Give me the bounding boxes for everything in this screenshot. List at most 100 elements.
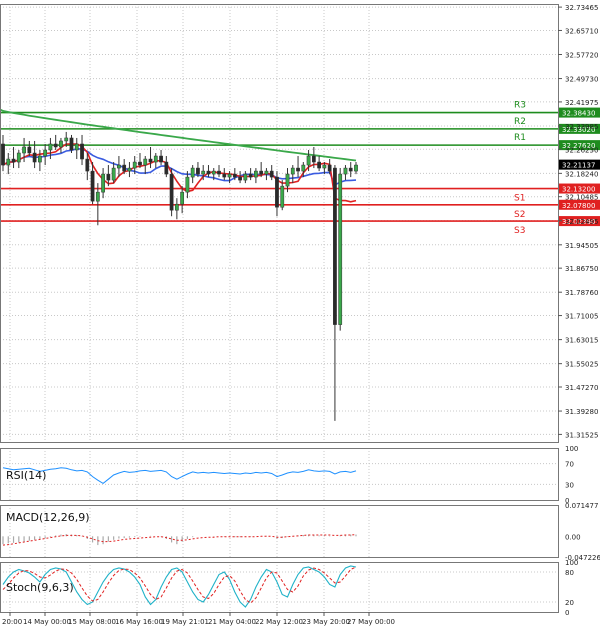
level-value-s1: 32.13200 [562,186,595,194]
candle-bull [111,167,116,181]
candle-bull [95,191,100,202]
candle-bear [122,164,127,172]
price-tick-label: 32.41975 [565,99,598,107]
candle-bear [159,155,163,163]
candle-bear [327,164,332,172]
candle-bull [280,185,285,208]
chart-canvas: R332.38430R232.33020R132.27620S132.13200… [0,4,600,626]
candle-bull [322,164,327,169]
rsi-tick-label: 70 [565,461,574,469]
panel-frame [0,448,559,501]
candle-bear [90,170,95,202]
candle-bull [64,137,69,142]
stoch-tick-label: 0 [565,609,569,617]
candle-bear [106,173,111,181]
current-price-value: 32.21137 [562,162,595,170]
candle [248,168,253,181]
candle [354,162,358,175]
candle-bear [238,176,242,181]
x-tick-label: 15 May 08:00 [68,618,116,626]
price-tick-label: 31.86750 [565,265,598,273]
candle-bull [243,173,248,181]
level-value-s2: 32.07800 [562,202,595,210]
level-name-s1: S1 [514,194,525,204]
candle [238,171,242,184]
candle-bear [222,173,227,178]
candle-bull [48,143,53,151]
candle-bull [190,167,195,178]
candle [185,171,190,199]
candle-bull [43,149,48,157]
candle [169,168,174,217]
price-tick-label: 32.26230 [565,146,598,154]
macd-tick-label: 0.071477 [565,502,598,510]
level-name-r2: R2 [514,117,526,127]
candle-bull [180,191,185,205]
candle-bear [164,161,169,175]
candle [222,168,227,181]
price-tick-label: 31.55025 [565,361,598,369]
stoch-tick-label: 20 [565,599,574,607]
candle [333,165,337,421]
candle-bull [185,176,190,193]
x-tick-label: 21 May 04:00 [208,618,256,626]
x-tick-label: 20:00 [2,618,22,626]
candle [59,137,63,154]
candle-bear [27,146,32,154]
candle [343,165,348,181]
candle [317,156,322,172]
rsi-tick-label: 100 [565,445,578,453]
stoch-title: Stoch(9,6,3) [6,581,74,594]
candle-bull [127,167,132,172]
candle-bear [232,173,237,178]
price-tick-label: 32.18240 [565,170,598,178]
candle [16,150,21,169]
candle [27,140,32,157]
x-tick-label: 19 May 21:01 [161,618,209,626]
candle-bull [211,170,216,175]
candle [37,150,42,172]
price-tick-label: 31.39280 [565,408,598,416]
candle-bear [80,143,84,160]
panel-frame [0,4,559,443]
x-tick-label: 23 May 20:00 [302,618,350,626]
candle-bull [117,164,121,169]
candle [43,143,48,166]
x-tick-label: 14 May 00:00 [23,618,71,626]
candle-bull [132,161,137,169]
candle-bear [206,170,211,175]
candle-bull [6,158,11,166]
candle [275,171,279,217]
candle-bear [53,143,58,148]
macd-title: MACD(12,26,9) [6,511,90,524]
price-tick-label: 32.33985 [565,123,598,131]
candle-bear [311,155,316,163]
level-name-s2: S2 [514,210,525,220]
stoch-tick-label: 80 [565,569,574,577]
candle [348,162,353,178]
candle [1,134,5,172]
candle [296,156,300,178]
candle [264,168,269,181]
candle [111,162,116,184]
candle-bear [269,170,274,178]
candle [80,134,84,166]
candle-bear [138,161,142,166]
price-tick-label: 32.57720 [565,52,598,60]
price-tick-label: 32.49730 [565,76,598,84]
rsi-tick-label: 30 [565,481,574,489]
level-name-r3: R3 [514,101,526,111]
candle-bull [16,152,21,163]
stoch-tick-label: 100 [565,559,578,567]
macd-tick-label: 0.00 [565,533,581,541]
x-tick-label: 22 May 12:00 [255,618,303,626]
candle-bull [37,155,42,163]
candle [117,156,121,178]
candle [190,165,195,184]
candle [153,153,158,169]
candle-bull [101,173,105,193]
indicator-panels: 100703000.0714770.00-0.04722610080200 [0,445,600,617]
candle [338,168,343,331]
candle-bull [22,146,26,154]
candle-bear [348,167,353,172]
